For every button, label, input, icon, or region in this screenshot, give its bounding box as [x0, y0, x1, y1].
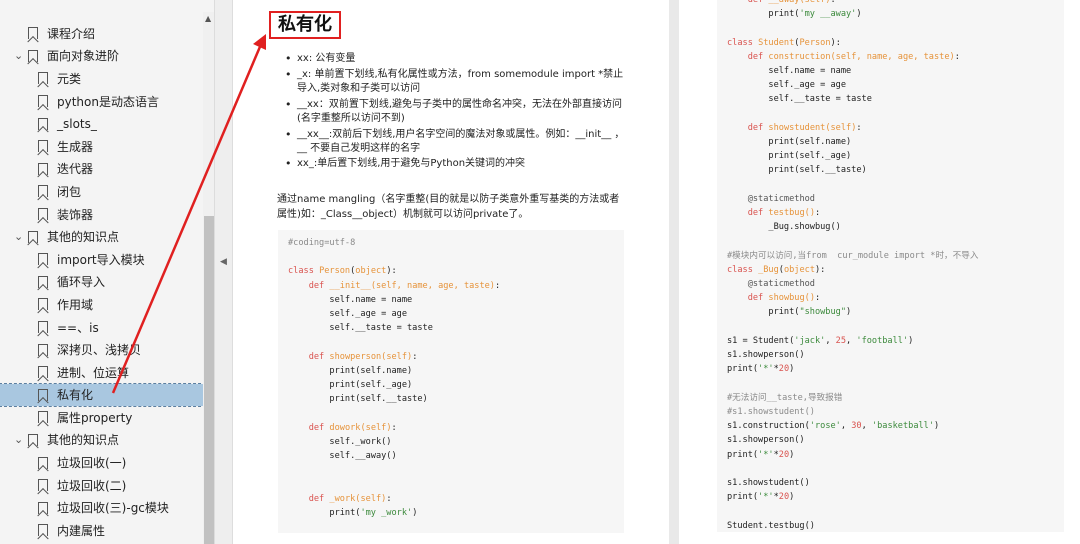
- bookmark-icon: [38, 501, 48, 514]
- bookmark-icon: [38, 140, 48, 153]
- bookmark-icon: [28, 49, 38, 62]
- sidebar-item[interactable]: 闭包: [0, 180, 205, 203]
- sidebar-item-label: 私有化: [57, 388, 94, 403]
- sidebar-item[interactable]: ⌄课程介绍: [0, 22, 205, 45]
- sidebar-item[interactable]: 属性property: [0, 406, 205, 429]
- bookmark-icon: [38, 411, 48, 424]
- sidebar-item-label: ==、is: [57, 320, 99, 335]
- sidebar-item[interactable]: ⌄ 其他的知识点: [0, 225, 205, 248]
- page-title: 私有化: [269, 11, 341, 39]
- bookmark-icon: [28, 27, 38, 40]
- scroll-up-icon[interactable]: ▲: [205, 14, 211, 23]
- scrollbar-thumb[interactable]: [204, 216, 214, 544]
- code-text: def __away(self): print('my __away') cla…: [727, 0, 979, 531]
- sidebar-item[interactable]: 深拷贝、浅拷贝: [0, 338, 205, 361]
- code-block-right: def __away(self): print('my __away') cla…: [717, 0, 1064, 532]
- sidebar-scrollbar[interactable]: ▲: [203, 12, 214, 544]
- bookmark-icon: [38, 298, 48, 311]
- bookmark-icon: [28, 433, 38, 446]
- code-block-left: #coding=utf-8 class Person(object): def …: [278, 230, 624, 533]
- bookmark-icon: [38, 388, 48, 401]
- sidebar-item-label: _slots_: [57, 116, 97, 131]
- bookmark-icon: [38, 321, 48, 334]
- bookmark-icon: [38, 95, 48, 108]
- sidebar-item[interactable]: python是动态语言: [0, 90, 205, 113]
- outline-tree: ⌄课程介绍⌄面向对象进阶元类python是动态语言_slots_生成器迭代器闭包…: [0, 22, 206, 542]
- sidebar-item[interactable]: ⌄ 其他的知识点: [0, 429, 205, 452]
- bookmark-icon: [38, 117, 48, 130]
- sidebar-item-label: 闭包: [57, 184, 82, 199]
- bookmark-icon: [38, 479, 48, 492]
- sidebar-item-label: 垃圾回收(二): [57, 478, 127, 493]
- sidebar-item-label: 其他的知识点: [47, 433, 120, 448]
- sidebar-item-label: 面向对象进阶: [47, 49, 120, 64]
- bookmark-icon: [38, 343, 48, 356]
- collapse-left-icon[interactable]: ◀: [220, 257, 227, 267]
- chevron-down-icon[interactable]: ⌄: [14, 433, 28, 446]
- sidebar-item-label: 进制、位运算: [57, 365, 130, 380]
- bookmark-icon: [38, 366, 48, 379]
- bullet-item: _x: 单前置下划线,私有化属性或方法，from somemodule impo…: [285, 68, 630, 96]
- sidebar-item-label: 其他的知识点: [47, 230, 120, 245]
- sidebar-item-label: 生成器: [57, 139, 94, 154]
- sidebar-item[interactable]: 装饰器: [0, 203, 205, 226]
- bookmark-icon: [38, 253, 48, 266]
- sidebar-item-label: import导入模块: [57, 252, 145, 267]
- sidebar-item[interactable]: 垃圾回收(三)-gc模块: [0, 496, 205, 519]
- bookmark-icon: [38, 208, 48, 221]
- sidebar-item[interactable]: 生成器: [0, 135, 205, 158]
- sidebar-item-label: 迭代器: [57, 162, 94, 177]
- sidebar-item[interactable]: 作用域: [0, 293, 205, 316]
- sidebar-item[interactable]: 垃圾回收(二): [0, 474, 205, 497]
- sidebar-item[interactable]: import导入模块: [0, 248, 205, 271]
- sidebar-item-label: 装饰器: [57, 207, 94, 222]
- bookmark-icon: [38, 162, 48, 175]
- sidebar-item-label: python是动态语言: [57, 94, 159, 109]
- code-text: #coding=utf-8 class Person(object): def …: [288, 238, 501, 518]
- sidebar-toolbar: [0, 0, 214, 12]
- chevron-down-icon[interactable]: ⌄: [14, 230, 28, 243]
- sidebar-item-label: 内建属性: [57, 523, 106, 538]
- sidebar-item-label: 元类: [57, 71, 82, 86]
- sidebar-item[interactable]: ==、is: [0, 316, 205, 339]
- bullet-item: xx_:单后置下划线,用于避免与Python关键词的冲突: [285, 157, 630, 171]
- sidebar-item[interactable]: 元类: [0, 67, 205, 90]
- bookmark-icon: [38, 185, 48, 198]
- sidebar-item[interactable]: 循环导入: [0, 271, 205, 294]
- bookmark-icon: [38, 524, 48, 537]
- bookmark-icon: [38, 456, 48, 469]
- sidebar-item-label: 深拷贝、浅拷贝: [57, 343, 142, 358]
- chevron-down-icon[interactable]: ⌄: [14, 49, 28, 62]
- sidebar-item-label: 属性property: [57, 410, 133, 425]
- sidebar-item[interactable]: _slots_: [0, 112, 205, 135]
- bullet-list: xx: 公有变量 _x: 单前置下划线,私有化属性或方法，from somemod…: [285, 52, 630, 173]
- sidebar-item-label: 垃圾回收(三)-gc模块: [57, 501, 169, 516]
- sidebar-item[interactable]: 垃圾回收(一): [0, 451, 205, 474]
- sidebar-item[interactable]: 内建属性: [0, 519, 205, 542]
- sidebar-item-label: 作用域: [57, 297, 94, 312]
- sidebar-item[interactable]: ⌄ 面向对象进阶: [0, 45, 205, 68]
- sidebar-item[interactable]: 进制、位运算: [0, 361, 205, 384]
- sidebar-item[interactable]: 迭代器: [0, 158, 205, 181]
- bookmark-icon: [28, 230, 38, 243]
- sidebar-collapse-strip[interactable]: ◀: [215, 0, 233, 544]
- sidebar-item[interactable]: 私有化: [0, 382, 206, 408]
- bookmark-icon: [38, 275, 48, 288]
- sidebar: ⌄课程介绍⌄面向对象进阶元类python是动态语言_slots_生成器迭代器闭包…: [0, 0, 215, 544]
- sidebar-item-label: 循环导入: [57, 275, 106, 290]
- bookmark-icon: [38, 72, 48, 85]
- bullet-item: __xx__:双前后下划线,用户名字空间的魔法对象或属性。例如：__init__…: [285, 128, 630, 156]
- sidebar-item-label: 垃圾回收(一): [57, 456, 127, 471]
- mangling-paragraph: 通过name mangling（名字重整(目的就是以防子类意外重写基类的方法或者…: [277, 194, 620, 220]
- bullet-item: xx: 公有变量: [285, 52, 630, 66]
- bullet-item: __xx：双前置下划线,避免与子类中的属性命名冲突，无法在外部直接访问(名字重整…: [285, 98, 630, 126]
- sidebar-item-label: 课程介绍: [47, 26, 96, 41]
